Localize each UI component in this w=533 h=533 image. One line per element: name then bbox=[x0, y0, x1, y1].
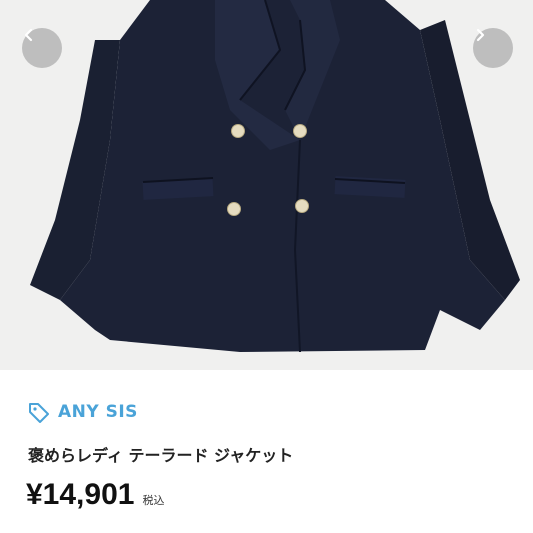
previous-image-button[interactable] bbox=[22, 28, 62, 68]
next-image-button[interactable] bbox=[473, 28, 513, 68]
brand-link[interactable]: ANY SIS bbox=[28, 400, 138, 424]
brand-name: ANY SIS bbox=[58, 402, 138, 422]
chevron-right-icon bbox=[476, 28, 485, 42]
jacket-photo bbox=[30, 0, 520, 353]
tag-icon bbox=[29, 403, 49, 423]
product-title: 褒めらレディ テーラード ジャケット bbox=[28, 446, 294, 465]
product-info: ANY SIS 褒めらレディ テーラード ジャケット ¥14,901 税込 bbox=[0, 370, 533, 533]
price-row: ¥14,901 税込 bbox=[26, 480, 164, 510]
tax-label: 税込 bbox=[142, 494, 165, 507]
product-image[interactable] bbox=[0, 0, 533, 370]
chevron-left-icon bbox=[24, 28, 33, 42]
product-price: ¥14,901 bbox=[26, 478, 135, 511]
